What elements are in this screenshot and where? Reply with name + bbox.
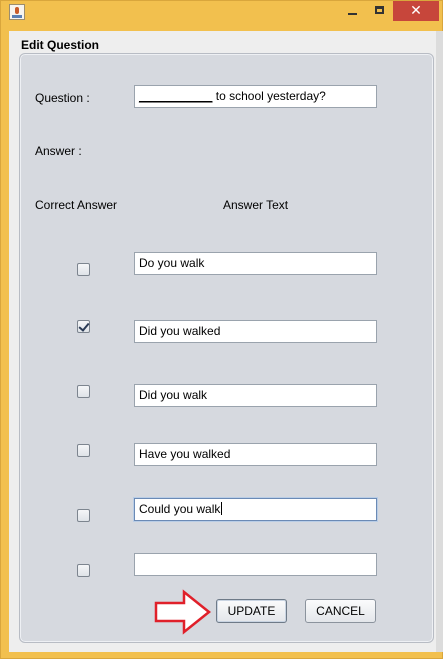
minimize-button[interactable] [338, 1, 366, 21]
correct-checkbox-5[interactable] [77, 509, 90, 522]
question-text: to school yesterday? [212, 89, 326, 103]
correct-answer-header: Correct Answer [35, 198, 118, 212]
correct-checkbox-3[interactable] [77, 385, 90, 398]
answer-text-header: Answer Text [223, 198, 289, 212]
correct-checkbox-2[interactable] [77, 320, 90, 333]
text-caret [221, 502, 223, 515]
cancel-button[interactable]: CANCEL [305, 599, 376, 623]
answer-field-2[interactable]: Did you walked [134, 320, 377, 343]
question-blank: ___________ [139, 89, 213, 103]
title-bar[interactable]: ✕ [1, 1, 442, 23]
question-field[interactable]: ___________ to school yesterday? [134, 85, 377, 108]
edit-question-window: ✕ Edit Question Question : ___________ t… [0, 0, 443, 659]
panel-title: Edit Question [21, 38, 99, 52]
red-arrow-annotation [154, 589, 212, 635]
maximize-icon [374, 6, 384, 14]
answer-field-5[interactable]: Could you walk [134, 498, 377, 521]
correct-checkbox-1[interactable] [77, 263, 90, 276]
minimize-icon [347, 13, 357, 15]
close-button[interactable]: ✕ [393, 1, 439, 21]
answer-field-4[interactable]: Have you walked [134, 443, 377, 466]
answer-field-3[interactable]: Did you walk [134, 384, 377, 407]
maximize-button[interactable] [366, 1, 392, 21]
answer-field-5-text: Could you walk [139, 502, 221, 516]
question-label: Question : [35, 91, 90, 105]
java-icon[interactable] [9, 4, 25, 20]
window-content: Edit Question Question : ___________ to … [9, 31, 443, 652]
answer-field-1[interactable]: Do you walk [134, 252, 377, 275]
update-button[interactable]: UPDATE [216, 599, 287, 623]
correct-checkbox-6[interactable] [77, 564, 90, 577]
answer-field-6[interactable] [134, 553, 377, 576]
window-side-strip [436, 31, 443, 652]
answer-label: Answer : [35, 144, 82, 158]
correct-checkbox-4[interactable] [77, 444, 90, 457]
